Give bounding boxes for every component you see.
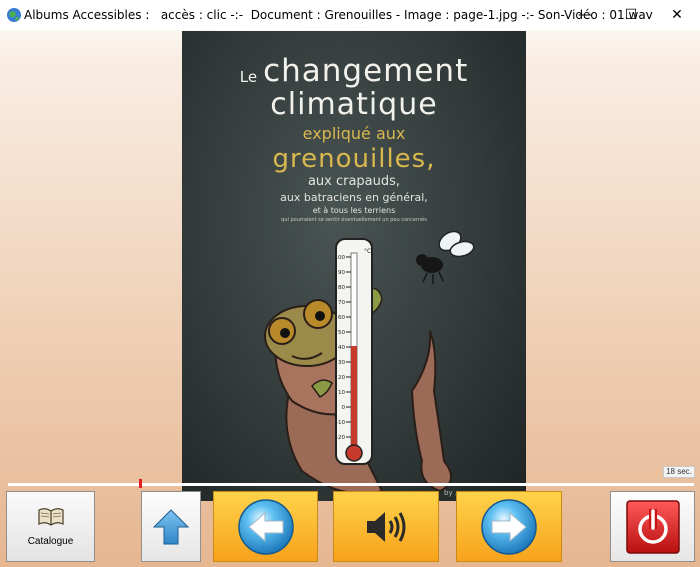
thermo-label-20: 20: [338, 375, 345, 381]
catalog-label: Catalogue: [27, 536, 74, 547]
progress-marker[interactable]: [139, 479, 142, 488]
thermo-label-30: 30: [338, 360, 345, 366]
thermo-label-90: 90: [338, 270, 345, 276]
thermo-label-minus10: -10: [336, 420, 345, 426]
arrow-right-icon: [481, 498, 537, 555]
up-button[interactable]: [141, 491, 201, 562]
window-title: Albums Accessibles : accès : clic -:- Do…: [24, 8, 653, 22]
catalog-button[interactable]: Catalogue: [6, 491, 95, 562]
thermo-label-70: 70: [338, 300, 345, 306]
progress-track[interactable]: [8, 483, 694, 486]
arrow-left-icon: [237, 498, 294, 555]
close-button[interactable]: ✕: [654, 0, 700, 30]
thermometer-illustration: 100 90 80 70 60 50 40 30 20 10 0 -10 -20…: [335, 238, 373, 465]
thermo-label-100: 100: [335, 255, 346, 261]
thermo-label-50: 50: [338, 330, 345, 336]
poster-illustration: 100 90 80 70 60 50 40 30 20 10 0 -10 -20…: [264, 230, 475, 497]
thermo-label-minus20: -20: [336, 435, 345, 441]
thermo-label-10: 10: [338, 390, 345, 396]
open-book-icon: [37, 508, 64, 526]
previous-page-button[interactable]: [213, 491, 318, 562]
title-bar: Albums Accessibles : accès : clic -:- Do…: [0, 0, 700, 30]
maximize-button[interactable]: ☐: [608, 0, 654, 30]
thermo-label-0: 0: [342, 405, 346, 411]
minimize-button[interactable]: —: [562, 0, 608, 30]
quit-button[interactable]: [610, 491, 695, 562]
speaker-icon: [367, 511, 406, 542]
fly-illustration: [416, 230, 475, 284]
next-page-button[interactable]: [456, 491, 562, 562]
album-page-image: Le changement climatique expliqué aux gre…: [182, 31, 526, 501]
thermo-label-40: 40: [338, 345, 345, 351]
thermo-label-80: 80: [338, 285, 345, 291]
thermo-label-60: 60: [338, 315, 345, 321]
app-globe-icon: [7, 8, 21, 22]
power-icon: [625, 499, 680, 554]
time-label: 18 sec.: [663, 466, 695, 478]
play-sound-button[interactable]: [333, 491, 439, 562]
thermo-unit: °C: [364, 248, 371, 255]
arrow-up-icon: [152, 508, 190, 544]
